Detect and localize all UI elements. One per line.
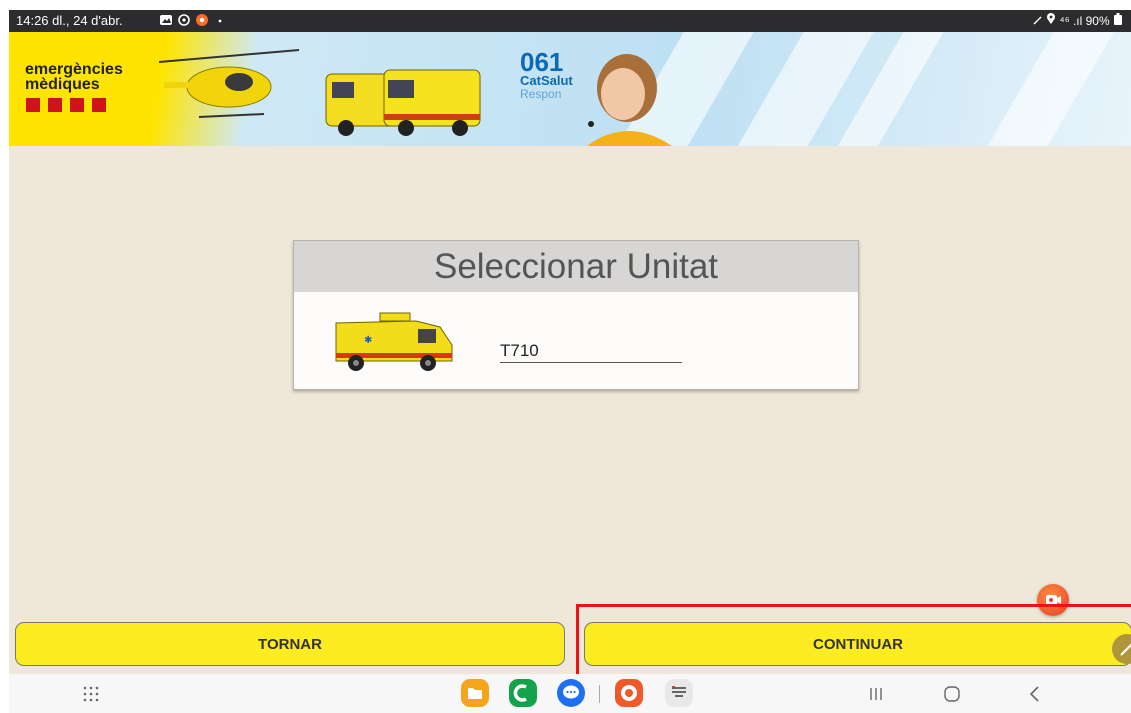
emergency-logo-text: emergències mèdiques [25,62,123,93]
brand-name: CatSalut [520,73,573,88]
recorder-notification-icon [196,14,208,26]
sync-icon [178,14,190,26]
s-pen-button[interactable] [1112,634,1131,664]
brand-tagline: Respon [520,87,562,101]
system-navbar [9,674,1131,713]
back-icon[interactable] [1023,682,1047,706]
messages-icon[interactable] [557,679,585,707]
logo-line-2: mèdiques [25,76,100,93]
home-icon[interactable] [940,682,964,706]
screen-recorder-floating-button[interactable] [1037,584,1069,616]
main-content: Seleccionar Unitat ✱ [9,146,1131,674]
status-notification-icons [159,13,227,27]
operator-image [587,54,672,146]
signal-battery-text: ⁴⁶ .ıl 90% [1059,14,1110,28]
unit-input[interactable] [500,340,682,363]
camera-icon [1046,595,1061,605]
catsalut-brand: 061 CatSalut Respon [520,47,573,101]
card-title: Seleccionar Unitat [433,247,719,286]
helicopter-image [159,49,300,118]
status-right-area: ⁴⁶ .ıl 90% [1033,13,1123,28]
brand-number: 061 [520,47,564,77]
tornar-button[interactable]: TORNAR [15,622,565,666]
dock-divider [599,685,600,703]
continuar-button[interactable]: CONTINUAR [584,622,1131,666]
status-time: 14:26 dl., 24 d'abr. [16,13,123,28]
keyboard-icon[interactable] [665,679,693,707]
location-icon [1047,13,1056,24]
header-banner: emergències mèdiques 061 CatSalut Respon [9,32,1131,146]
files-icon[interactable] [461,679,489,707]
more-dot-icon [218,19,222,23]
card-header: Seleccionar Unitat [294,241,858,292]
screen-recorder-icon[interactable] [615,679,643,707]
svg-text:✱: ✱ [364,335,372,346]
gallery-icon [160,15,172,25]
phone-icon[interactable] [509,679,537,707]
status-bar: 14:26 dl., 24 d'abr. ⁴⁶ .ıl 90% [9,10,1131,32]
pen-icon [1120,643,1131,656]
select-unit-card: Seleccionar Unitat ✱ [293,240,859,390]
battery-icon [1114,13,1122,25]
app-drawer-icon[interactable] [79,682,103,706]
ambulance-icon: ✱ [335,312,453,371]
recents-icon[interactable] [864,682,888,706]
ambulances-image [325,69,481,136]
pen-status-icon [1033,16,1042,25]
logo-red-squares [26,98,106,112]
